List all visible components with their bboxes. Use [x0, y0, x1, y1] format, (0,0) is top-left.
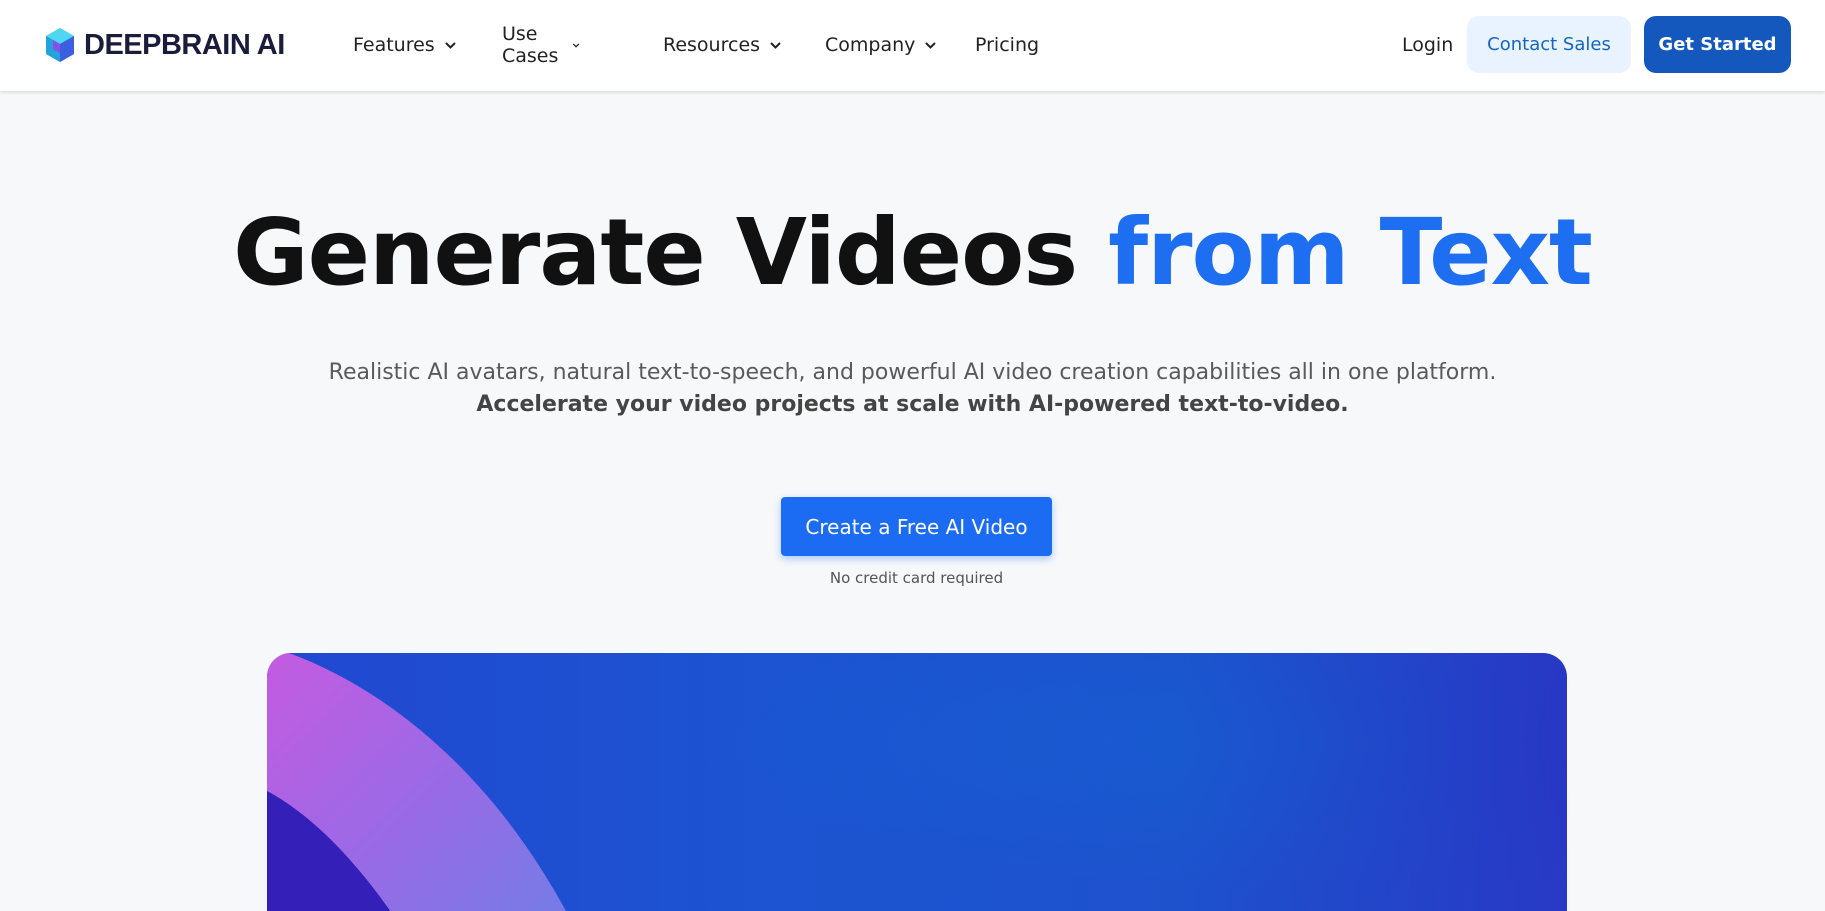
top-navigation-bar: DEEPBRAIN AI Features Use Cases Resource… — [0, 0, 1825, 91]
hero-title-main: Generate Videos — [233, 199, 1109, 306]
hero-subtitle: Realistic AI avatars, natural text-to-sp… — [328, 360, 1497, 385]
nav-item-pricing[interactable]: Pricing — [975, 31, 1039, 59]
nav-item-features[interactable]: Features — [353, 31, 457, 59]
brand-logo[interactable]: DEEPBRAIN AI — [44, 27, 285, 63]
nav-item-company[interactable]: Company — [825, 31, 937, 59]
chevron-down-icon — [444, 41, 456, 49]
chevron-down-icon — [573, 42, 580, 48]
nav-item-label: Company — [825, 34, 916, 56]
nav-item-label: Use Cases — [502, 23, 559, 67]
nav-item-label: Resources — [663, 34, 761, 56]
video-preview-banner — [267, 653, 1567, 911]
brand-name: DEEPBRAIN AI — [84, 28, 285, 61]
nav-item-use-cases[interactable]: Use Cases — [502, 23, 580, 67]
nav-item-label: Pricing — [975, 34, 1040, 56]
no-credit-card-note: No credit card required — [829, 569, 1004, 587]
get-started-button[interactable]: Get Started — [1644, 16, 1791, 73]
chevron-down-icon — [770, 41, 781, 49]
login-link[interactable]: Login — [1402, 31, 1453, 59]
cube-logo-icon — [46, 28, 74, 62]
contact-sales-button[interactable]: Contact Sales — [1467, 16, 1631, 73]
chevron-down-icon — [925, 41, 937, 49]
hero-title: Generate Videos from Text — [0, 198, 1825, 308]
hero-title-accent: from Text — [1108, 199, 1593, 306]
nav-item-resources[interactable]: Resources — [663, 31, 782, 59]
hero-subtitle-strong: Accelerate your video projects at scale … — [476, 392, 1349, 417]
nav-item-label: Features — [353, 34, 435, 56]
create-free-video-button[interactable]: Create a Free AI Video — [781, 497, 1052, 556]
decorative-gradient-arc — [267, 653, 1567, 911]
